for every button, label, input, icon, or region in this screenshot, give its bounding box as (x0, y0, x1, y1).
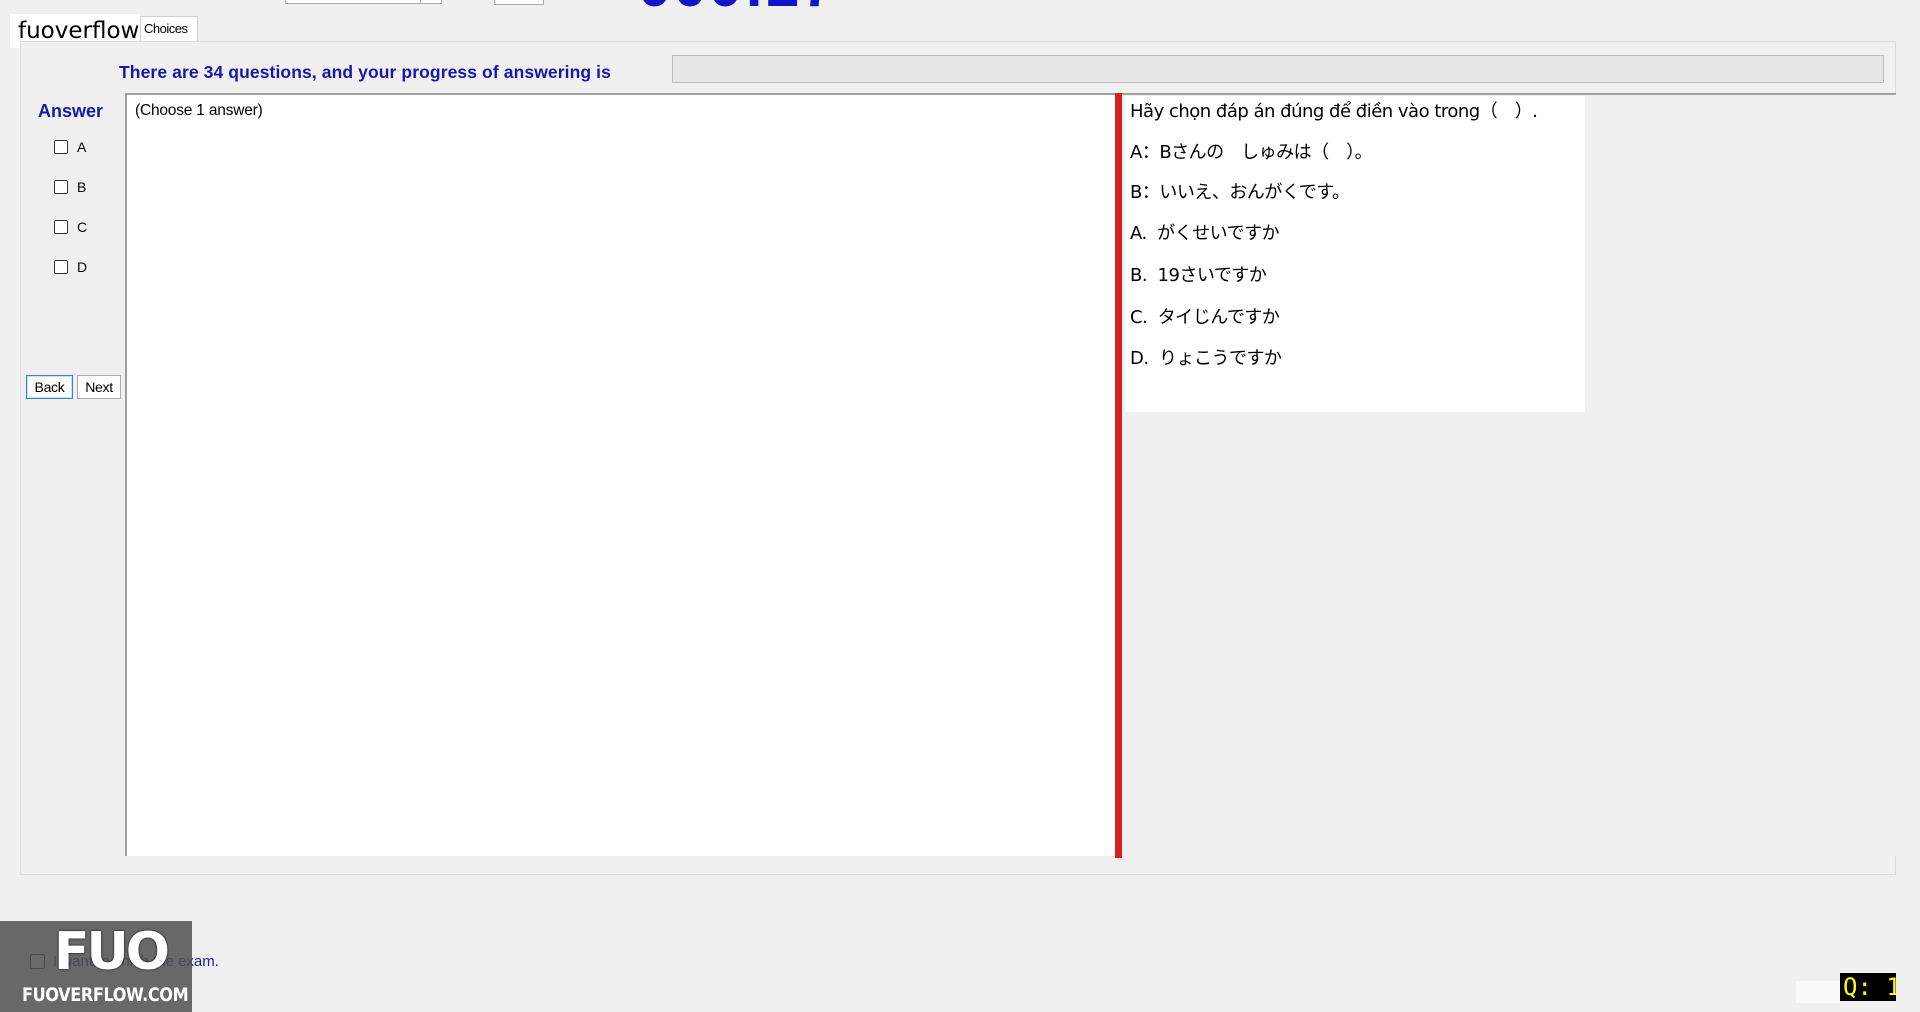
choice-a[interactable]: A (54, 137, 86, 157)
answer-hint: (Choose 1 answer) (135, 102, 263, 119)
top-small-input[interactable] (494, 0, 544, 5)
choice-label: A (77, 139, 87, 155)
question-counter: Q: 1 (1840, 973, 1896, 1001)
checkbox[interactable] (54, 220, 68, 234)
choice-label: C (77, 219, 88, 235)
progress-text: There are 34 questions, and your progres… (119, 62, 611, 82)
question-line: Hãy chọn đáp án đúng để điền vào trong（ … (1130, 101, 1538, 122)
checkbox[interactable] (54, 260, 68, 274)
question-line: C. タイじんですか (1130, 307, 1280, 328)
choice-label: D (77, 259, 88, 275)
top-combo-box[interactable] (285, 0, 442, 4)
question-line: B：いいえ、おんがくです。 (1130, 182, 1350, 203)
checkbox[interactable] (54, 180, 68, 194)
question-line: A. がくせいですか (1130, 223, 1280, 244)
logo-text: FUOVERFLOW.COM (22, 984, 189, 1006)
splitter-handle[interactable] (1115, 93, 1122, 858)
question-line: D. りょこうですか (1130, 348, 1282, 369)
choice-d[interactable]: D (54, 257, 87, 277)
question-line: A：Bさんの しゅみは（ ）。 (1130, 142, 1373, 163)
choice-c[interactable]: C (54, 217, 87, 237)
status-box (1796, 981, 1840, 1003)
answer-text-area[interactable] (125, 93, 1115, 856)
next-button[interactable]: Next (77, 375, 121, 399)
tab-choices[interactable]: Choices (140, 16, 198, 41)
choice-b[interactable]: B (54, 177, 86, 197)
back-button[interactable]: Back (26, 375, 73, 399)
logo-mark: FUO (54, 922, 170, 982)
exam-timer: 000:27 (638, 0, 837, 16)
combo-dropdown-button[interactable] (420, 0, 439, 3)
answer-label: Answer (38, 101, 104, 121)
choice-label: B (77, 179, 87, 195)
progress-bar (672, 55, 1884, 83)
question-line: B. 19さいですか (1130, 265, 1267, 286)
checkbox[interactable] (54, 140, 68, 154)
